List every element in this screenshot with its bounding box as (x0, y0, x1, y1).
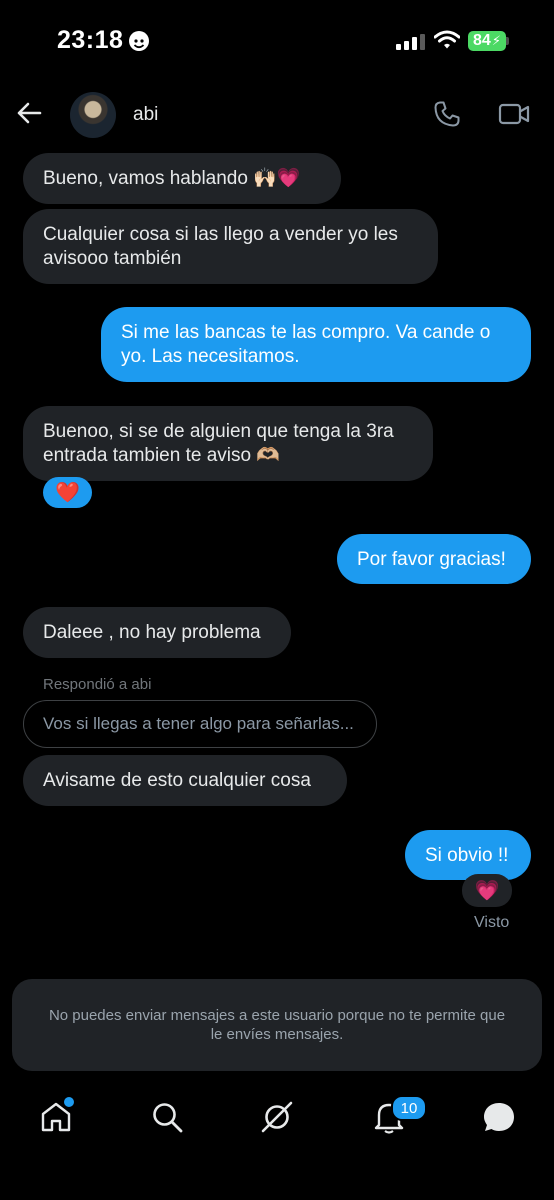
heart-reaction[interactable]: 💗 (462, 874, 512, 907)
received-message[interactable]: Buenoo, si se de alguien que tenga la 3r… (23, 406, 433, 481)
received-message[interactable]: Bueno, vamos hablando 🙌🏻💗 (23, 153, 341, 204)
home-notification-dot (62, 1095, 76, 1109)
messages-icon[interactable] (482, 1100, 516, 1134)
charging-bolt-icon: ⚡ (491, 33, 501, 48)
reply-label: Respondió a abi (43, 676, 152, 693)
notifications-badge: 10 (391, 1095, 427, 1121)
received-message[interactable]: Cualquier cosa si las llego a vender yo … (23, 209, 438, 284)
avatar[interactable] (70, 92, 116, 138)
smiley-icon (129, 30, 150, 51)
contact-name[interactable]: abi (133, 104, 158, 126)
grok-icon[interactable] (260, 1100, 294, 1134)
signal-icon (396, 34, 425, 50)
received-message[interactable]: Avisame de esto cualquier cosa (23, 755, 347, 806)
battery-tip (506, 37, 509, 45)
battery-indicator: 84 ⚡ (468, 31, 506, 51)
sent-message[interactable]: Por favor gracias! (337, 534, 531, 584)
cannot-message-notice: No puedes enviar mensajes a este usuario… (12, 979, 542, 1071)
sent-message[interactable]: Si obvio !! (405, 830, 531, 880)
reaction-emoji: ❤️ (55, 482, 80, 504)
sent-message[interactable]: Si me las bancas te las compro. Va cande… (101, 307, 531, 382)
received-message[interactable]: Daleee , no hay problema (23, 607, 291, 658)
status-time-text: 23:18 (57, 26, 124, 54)
video-icon[interactable] (498, 102, 530, 126)
wifi-icon (434, 30, 460, 49)
reaction-emoji: 💗 (474, 880, 500, 902)
phone-icon[interactable] (433, 100, 461, 128)
seen-status: Visto (474, 914, 510, 931)
back-arrow-icon[interactable] (16, 100, 42, 126)
heart-reaction[interactable]: ❤️ (43, 477, 92, 508)
reply-quote[interactable]: Vos si llegas a tener algo para señarlas… (23, 700, 377, 748)
battery-level: 84 (473, 32, 491, 49)
search-icon[interactable] (150, 1100, 184, 1134)
status-time: 23:18 (57, 26, 150, 55)
